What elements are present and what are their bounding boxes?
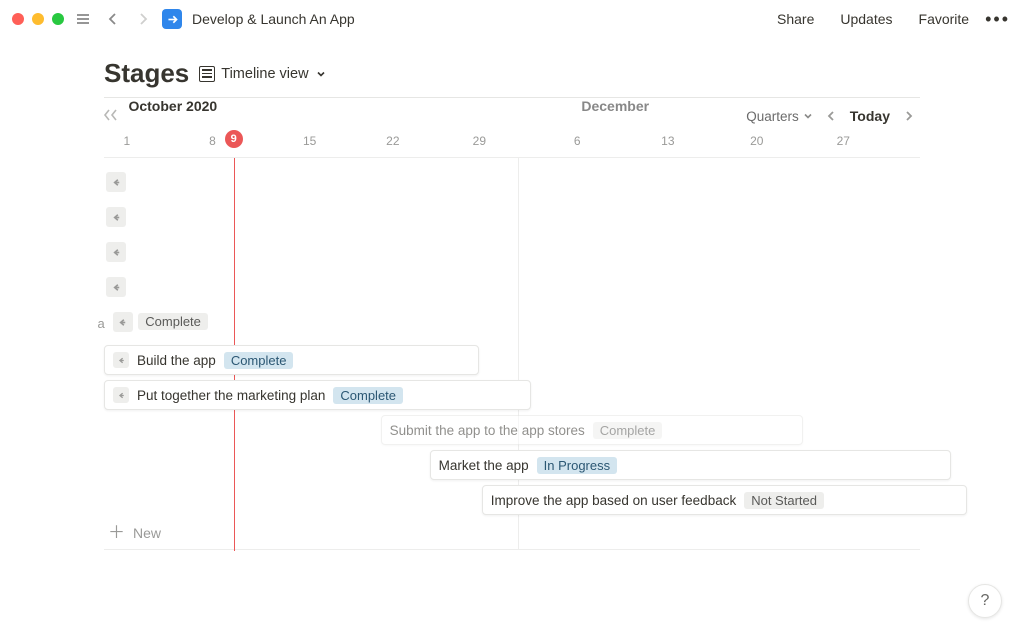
timescale-select[interactable]: Quarters (746, 109, 814, 124)
card-title: Submit the app to the app stores (390, 423, 585, 438)
updates-button[interactable]: Updates (838, 7, 894, 31)
page-title[interactable]: Develop & Launch An App (192, 11, 355, 27)
timeline-card[interactable]: Put together the marketing plan Complete (104, 380, 531, 410)
status-tag: Complete (333, 387, 403, 404)
timeline-card[interactable]: Submit the app to the app stores Complete (381, 415, 803, 445)
timeline-row: Put together the marketing plan Complete (104, 380, 920, 415)
help-button[interactable]: ? (968, 584, 1002, 618)
view-label: Timeline view (221, 66, 308, 82)
close-dot[interactable] (12, 13, 24, 25)
favorite-button[interactable]: Favorite (917, 7, 972, 31)
today-marker: 9 (225, 130, 243, 148)
chevron-down-icon (802, 110, 814, 122)
plus-icon: ＋ (108, 524, 125, 541)
collapse-left-icon[interactable] (102, 108, 121, 122)
card-title: Market the app (439, 458, 529, 473)
status-tag: In Progress (537, 457, 617, 474)
day-tick: 6 (574, 134, 581, 148)
window-traffic-lights[interactable] (12, 13, 64, 25)
timeline-next-button[interactable] (898, 105, 920, 127)
day-tick: 1 (124, 134, 131, 148)
day-tick: 20 (750, 134, 763, 148)
status-tag: Complete (224, 352, 294, 369)
new-row-button[interactable]: ＋ New (108, 524, 161, 541)
month-label-primary: October 2020 (128, 98, 217, 114)
card-title: Build the app (137, 353, 216, 368)
view-picker[interactable]: Timeline view (199, 66, 326, 82)
chevron-down-icon (315, 68, 327, 80)
offscreen-card-stub[interactable] (106, 242, 126, 262)
today-button[interactable]: Today (848, 106, 892, 126)
timeline-row (104, 275, 920, 310)
arrow-left-icon (113, 387, 129, 403)
timeline-card[interactable]: Improve the app based on user feedback No… (482, 485, 968, 515)
status-tag: Not Started (744, 492, 824, 509)
timeline-row (104, 170, 920, 205)
hamburger-icon[interactable] (72, 8, 94, 30)
month-label-secondary: December (581, 98, 649, 114)
timescale-label: Quarters (746, 109, 799, 124)
share-button[interactable]: Share (775, 7, 816, 31)
overflow-text: a (97, 316, 104, 331)
timeline-row (104, 240, 920, 275)
nav-forward-button[interactable] (132, 8, 154, 30)
status-tag: Complete (593, 422, 663, 439)
offscreen-card-stub[interactable] (113, 312, 133, 332)
zoom-dot[interactable] (52, 13, 64, 25)
timeline-row: Market the app In Progress (104, 450, 920, 485)
day-tick: 13 (661, 134, 674, 148)
timeline-header: October 2020 December Quarters Today 1 8 1… (104, 98, 920, 158)
day-tick: 8 (209, 134, 216, 148)
timeline-prev-button[interactable] (820, 105, 842, 127)
minimize-dot[interactable] (32, 13, 44, 25)
timeline-row: aComplete (104, 310, 920, 345)
timeline-row (104, 205, 920, 240)
offscreen-card-stub[interactable] (106, 172, 126, 192)
arrow-left-icon (113, 352, 129, 368)
card-title: Improve the app based on user feedback (491, 493, 736, 508)
day-tick: 22 (386, 134, 399, 148)
card-title: Put together the marketing plan (137, 388, 325, 403)
timeline-card[interactable]: Market the app In Progress (430, 450, 951, 480)
timeline-card[interactable]: Build the app Complete (104, 345, 479, 375)
offscreen-card-stub[interactable] (106, 207, 126, 227)
page-icon (162, 9, 182, 29)
more-menu-button[interactable]: ••• (979, 9, 1012, 30)
day-tick: 29 (473, 134, 486, 148)
status-tag: Complete (138, 313, 208, 330)
timeline-row: Improve the app based on user feedback No… (104, 485, 920, 520)
database-title[interactable]: Stages (104, 58, 189, 89)
day-tick: 27 (837, 134, 850, 148)
new-row-label: New (133, 525, 161, 541)
timeline-body[interactable]: ＋ New aCompleteBuild the appCompletePut … (104, 158, 920, 550)
timeline-row: Submit the app to the app stores Complete (104, 415, 920, 450)
timeline-row: Build the app Complete (104, 345, 920, 380)
offscreen-card-stub[interactable] (106, 277, 126, 297)
nav-back-button[interactable] (102, 8, 124, 30)
timeline-view-icon (199, 66, 215, 82)
day-tick: 15 (303, 134, 316, 148)
